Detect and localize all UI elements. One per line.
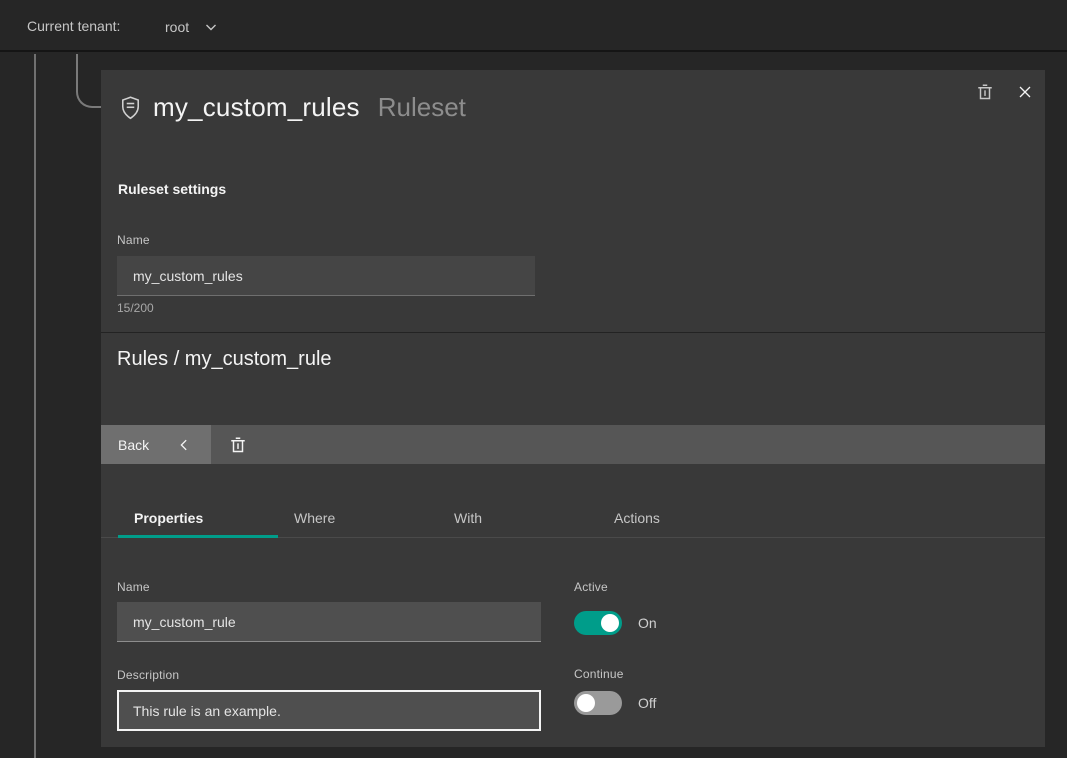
- ruleset-name-input[interactable]: [117, 256, 535, 296]
- rule-tabs: Properties Where With Actions: [118, 464, 758, 538]
- delete-ruleset-button[interactable]: [969, 76, 1001, 108]
- modal-title: my_custom_rules: [153, 92, 360, 123]
- section-divider: [101, 332, 1045, 333]
- trash-icon: [976, 83, 994, 101]
- rule-description-input[interactable]: [117, 690, 541, 731]
- tenant-value: root: [165, 19, 189, 35]
- ruleset-shield-icon: [120, 96, 141, 120]
- properties-panel: Name Description Active On Continue Off: [101, 538, 1045, 747]
- chevron-down-icon: [203, 19, 219, 35]
- continue-toggle-state: Off: [638, 695, 656, 711]
- rule-name-label: Name: [117, 580, 150, 594]
- tab-with[interactable]: With: [438, 464, 598, 538]
- background-connector-line: [34, 54, 36, 758]
- ruleset-name-char-count: 15/200: [117, 301, 154, 315]
- close-modal-button[interactable]: [1009, 76, 1041, 108]
- toggle-knob: [577, 694, 595, 712]
- active-label: Active: [574, 580, 608, 594]
- delete-rule-button[interactable]: [213, 425, 263, 464]
- rule-description-label: Description: [117, 668, 179, 682]
- chevron-left-icon: [177, 438, 191, 452]
- continue-toggle[interactable]: [574, 691, 622, 715]
- back-button[interactable]: Back: [101, 425, 211, 464]
- active-toggle-state: On: [638, 615, 657, 631]
- rule-breadcrumb-heading: Rules / my_custom_rule: [117, 348, 332, 371]
- continue-label: Continue: [574, 667, 624, 681]
- tenant-dropdown[interactable]: root: [165, 14, 219, 40]
- current-tenant-label: Current tenant:: [27, 18, 120, 34]
- modal-header: my_custom_rules Ruleset: [101, 70, 1045, 130]
- ruleset-settings-heading: Ruleset settings: [118, 181, 226, 197]
- background-connector-corner: [76, 54, 102, 108]
- modal-type-label: Ruleset: [378, 92, 466, 123]
- ruleset-modal: my_custom_rules Ruleset: [101, 70, 1045, 747]
- active-toggle[interactable]: [574, 611, 622, 635]
- tab-properties[interactable]: Properties: [118, 464, 278, 538]
- top-bar: Current tenant: root: [0, 0, 1067, 52]
- trash-icon: [229, 436, 247, 454]
- tab-actions[interactable]: Actions: [598, 464, 758, 538]
- close-icon: [1017, 84, 1033, 100]
- rule-toolbar: Back: [101, 425, 1045, 464]
- rule-name-input[interactable]: [117, 602, 541, 642]
- back-button-label: Back: [118, 437, 149, 453]
- tab-where[interactable]: Where: [278, 464, 438, 538]
- ruleset-name-label: Name: [117, 233, 150, 247]
- toggle-knob: [601, 614, 619, 632]
